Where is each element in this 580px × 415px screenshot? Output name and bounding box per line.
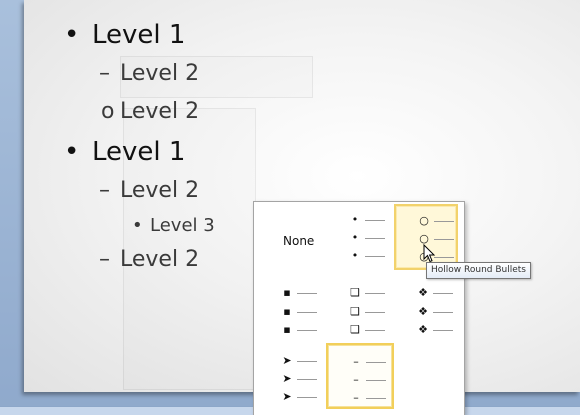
bullet-glyph: – <box>99 178 110 203</box>
hollow-square-bullet-icon: ❑ <box>350 305 360 318</box>
bullet-style-hollow-square[interactable]: ❑ ❑ ❑ <box>330 278 394 344</box>
bullet-style-dash[interactable]: – – – <box>326 343 394 409</box>
bullet-level-2[interactable]: o Level 2 <box>101 99 199 124</box>
dash-bullet-icon: – <box>353 355 359 368</box>
bullet-level-2[interactable]: – Level 2 <box>99 61 199 86</box>
filled-round-bullet-icon: • <box>351 249 359 262</box>
bullet-text: Level 2 <box>120 247 200 272</box>
mouse-pointer-icon <box>423 244 436 263</box>
bullet-level-1[interactable]: • Level 1 <box>64 137 185 167</box>
bullet-glyph: – <box>99 61 110 86</box>
bullet-glyph: • <box>64 20 80 50</box>
filled-square-bullet-icon: ▪ <box>283 286 291 299</box>
bullet-text: Level 3 <box>150 215 215 236</box>
arrow-bullet-icon: ➤ <box>282 372 292 385</box>
bullet-text: Level 1 <box>92 20 186 50</box>
bullet-gallery-dropdown[interactable]: None • • • ○ ○ ○ ▪ ▪ ▪ ❑ ❑ ❑ ❖ ❖ ❖ ➤ ➤ ➤… <box>253 201 465 415</box>
bullet-text: Level 2 <box>120 61 200 86</box>
none-label: None <box>283 234 315 248</box>
filled-round-bullet-icon: • <box>351 213 359 226</box>
bullet-style-arrow[interactable]: ➤ ➤ ➤ <box>262 343 326 409</box>
bullet-style-star[interactable]: ❖ ❖ ❖ <box>394 278 458 344</box>
tooltip: Hollow Round Bullets <box>426 262 531 279</box>
dash-bullet-icon: – <box>353 391 359 404</box>
arrow-bullet-icon: ➤ <box>282 390 292 403</box>
hollow-square-bullet-icon: ❑ <box>350 323 360 336</box>
bullet-style-none[interactable]: None <box>262 204 326 270</box>
bullet-text: Level 2 <box>120 178 200 203</box>
star-bullet-icon: ❖ <box>418 305 428 318</box>
dash-bullet-icon: – <box>353 373 359 386</box>
bullet-glyph: • <box>64 137 80 167</box>
star-bullet-icon: ❖ <box>418 323 428 336</box>
bullet-text: Level 1 <box>92 137 186 167</box>
arrow-bullet-icon: ➤ <box>282 354 292 367</box>
bullet-level-2[interactable]: – Level 2 <box>99 178 199 203</box>
bullet-glyph: o <box>101 99 115 124</box>
bullet-level-3[interactable]: • Level 3 <box>132 215 215 236</box>
bullet-level-1[interactable]: • Level 1 <box>64 20 185 50</box>
bullet-glyph: • <box>132 215 143 236</box>
filled-square-bullet-icon: ▪ <box>283 305 291 318</box>
bullet-style-filled-round[interactable]: • • • <box>330 204 394 270</box>
hollow-square-bullet-icon: ❑ <box>350 286 360 299</box>
bullet-text: Level 2 <box>120 99 200 124</box>
bullet-glyph: – <box>99 247 110 272</box>
filled-square-bullet-icon: ▪ <box>283 323 291 336</box>
bullet-level-2[interactable]: – Level 2 <box>99 247 199 272</box>
hollow-round-bullet-icon: ○ <box>419 214 429 227</box>
star-bullet-icon: ❖ <box>418 286 428 299</box>
bullet-style-filled-square[interactable]: ▪ ▪ ▪ <box>262 278 326 344</box>
filled-round-bullet-icon: • <box>351 231 359 244</box>
